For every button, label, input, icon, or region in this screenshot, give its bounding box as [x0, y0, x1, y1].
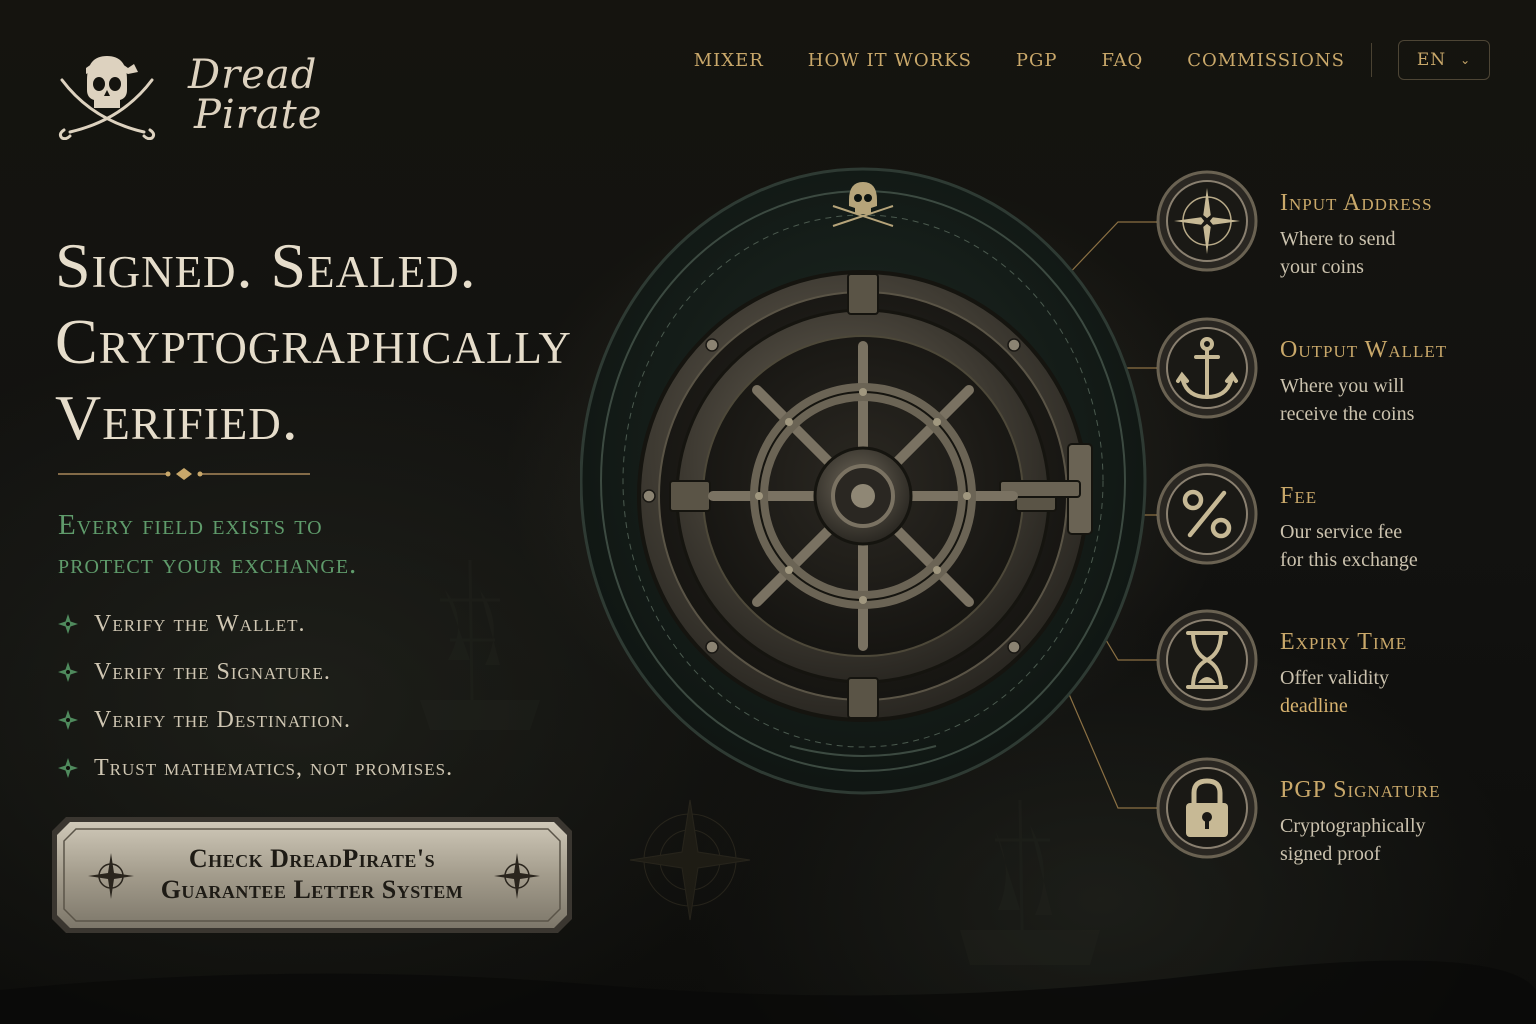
brand-name-line2: Pirate: [194, 92, 323, 138]
feature-description-line: your coins: [1280, 256, 1364, 278]
feature-description-line: deadline: [1280, 695, 1348, 717]
list-item: Verify the Wallet.: [58, 600, 453, 648]
nav-item-faq[interactable]: FAQ: [1102, 50, 1144, 71]
feature-description: Where to send your coins: [1280, 225, 1480, 281]
feature-expiry-time: Expiry Time Offer validity deadline: [1156, 609, 1516, 719]
subhead-line: Every field exists to: [58, 509, 323, 541]
feature-description-line: for this exchange: [1280, 549, 1418, 571]
feature-description-line: signed proof: [1280, 843, 1381, 865]
compass-star-icon: [58, 710, 78, 730]
list-item-label: Verify the Destination.: [94, 706, 351, 733]
compass-star-icon: [58, 758, 78, 778]
nav-item-commissions[interactable]: COMMISSIONS: [1187, 50, 1345, 71]
feature-description-line: Cryptographically: [1280, 815, 1426, 837]
percent-icon: [1156, 463, 1258, 565]
brand-name: Dread Pirate: [188, 55, 322, 135]
headline-line: Signed. Sealed.: [55, 230, 477, 301]
language-select[interactable]: EN ⌄: [1398, 40, 1490, 80]
list-item: Verify the Destination.: [58, 696, 453, 744]
nav-divider: [1371, 43, 1372, 77]
cta-label-line: Check DreadPirate's: [188, 844, 436, 873]
cta-label-line: Guarantee Letter System: [160, 875, 464, 904]
skull-crossed-swords-icon: [58, 56, 156, 140]
subhead-line: protect your exchange.: [58, 548, 358, 580]
feature-input-address: Input Address Where to send your coins: [1156, 170, 1516, 280]
headline-line: Cryptographically: [55, 306, 572, 377]
nav-item-mixer[interactable]: MIXER: [694, 50, 764, 71]
feature-pgp-signature: PGP Signature Cryptographically signed p…: [1156, 757, 1516, 867]
feature-description: Our service fee for this exchange: [1280, 518, 1480, 574]
hero-headline: Signed. Sealed. Cryptographically Verifi…: [55, 228, 572, 456]
list-item: Trust mathematics, not promises.: [58, 744, 453, 792]
hero-subhead: Every field exists to protect your excha…: [58, 506, 357, 584]
headline-line: Verified.: [55, 382, 299, 453]
ornamental-divider: [58, 468, 310, 480]
brand-logo[interactable]: Dread Pirate: [52, 50, 322, 140]
feature-title: Expiry Time: [1280, 629, 1408, 655]
feature-description-line: Our service fee: [1280, 521, 1403, 543]
nav-item-how-it-works[interactable]: HOW IT WORKS: [808, 50, 972, 71]
feature-fee: Fee Our service fee for this exchange: [1156, 463, 1516, 573]
chevron-down-icon: ⌄: [1460, 53, 1472, 67]
feature-title: Output Wallet: [1280, 337, 1448, 363]
guarantee-letter-button[interactable]: Check DreadPirate's Guarantee Letter Sys…: [52, 817, 572, 933]
compass-star-icon: [58, 662, 78, 682]
feature-output-wallet: Output Wallet Where you will receive the…: [1156, 317, 1516, 427]
main-nav: MIXER HOW IT WORKS PGP FAQ COMMISSIONS E…: [694, 40, 1490, 80]
verification-list: Verify the Wallet. Verify the Signature.…: [58, 600, 453, 792]
compass-icon: [1156, 170, 1258, 272]
language-value: EN: [1416, 50, 1447, 70]
anchor-icon: [1156, 317, 1258, 419]
feature-description-line: Where to send: [1280, 228, 1396, 250]
feature-title: Fee: [1280, 483, 1318, 509]
vault-door-illustration: [580, 167, 1147, 795]
feature-description: Offer validity deadline: [1280, 664, 1480, 720]
feature-description-line: receive the coins: [1280, 403, 1415, 425]
compass-star-icon: [58, 614, 78, 634]
nav-item-pgp[interactable]: PGP: [1016, 50, 1058, 71]
cta-label: Check DreadPirate's Guarantee Letter Sys…: [52, 843, 572, 905]
hourglass-icon: [1156, 609, 1258, 711]
padlock-icon: [1156, 757, 1258, 859]
feature-description-line: Offer validity: [1280, 667, 1390, 689]
feature-description-line: Where you will: [1280, 375, 1405, 397]
list-item: Verify the Signature.: [58, 648, 453, 696]
feature-title: Input Address: [1280, 190, 1433, 216]
list-item-label: Verify the Signature.: [94, 658, 331, 685]
list-item-label: Verify the Wallet.: [94, 610, 306, 637]
feature-title: PGP Signature: [1280, 777, 1441, 803]
list-item-label: Trust mathematics, not promises.: [94, 754, 454, 781]
feature-description: Cryptographically signed proof: [1280, 812, 1480, 868]
brand-name-line1: Dread: [188, 52, 318, 98]
feature-description: Where you will receive the coins: [1280, 372, 1480, 428]
